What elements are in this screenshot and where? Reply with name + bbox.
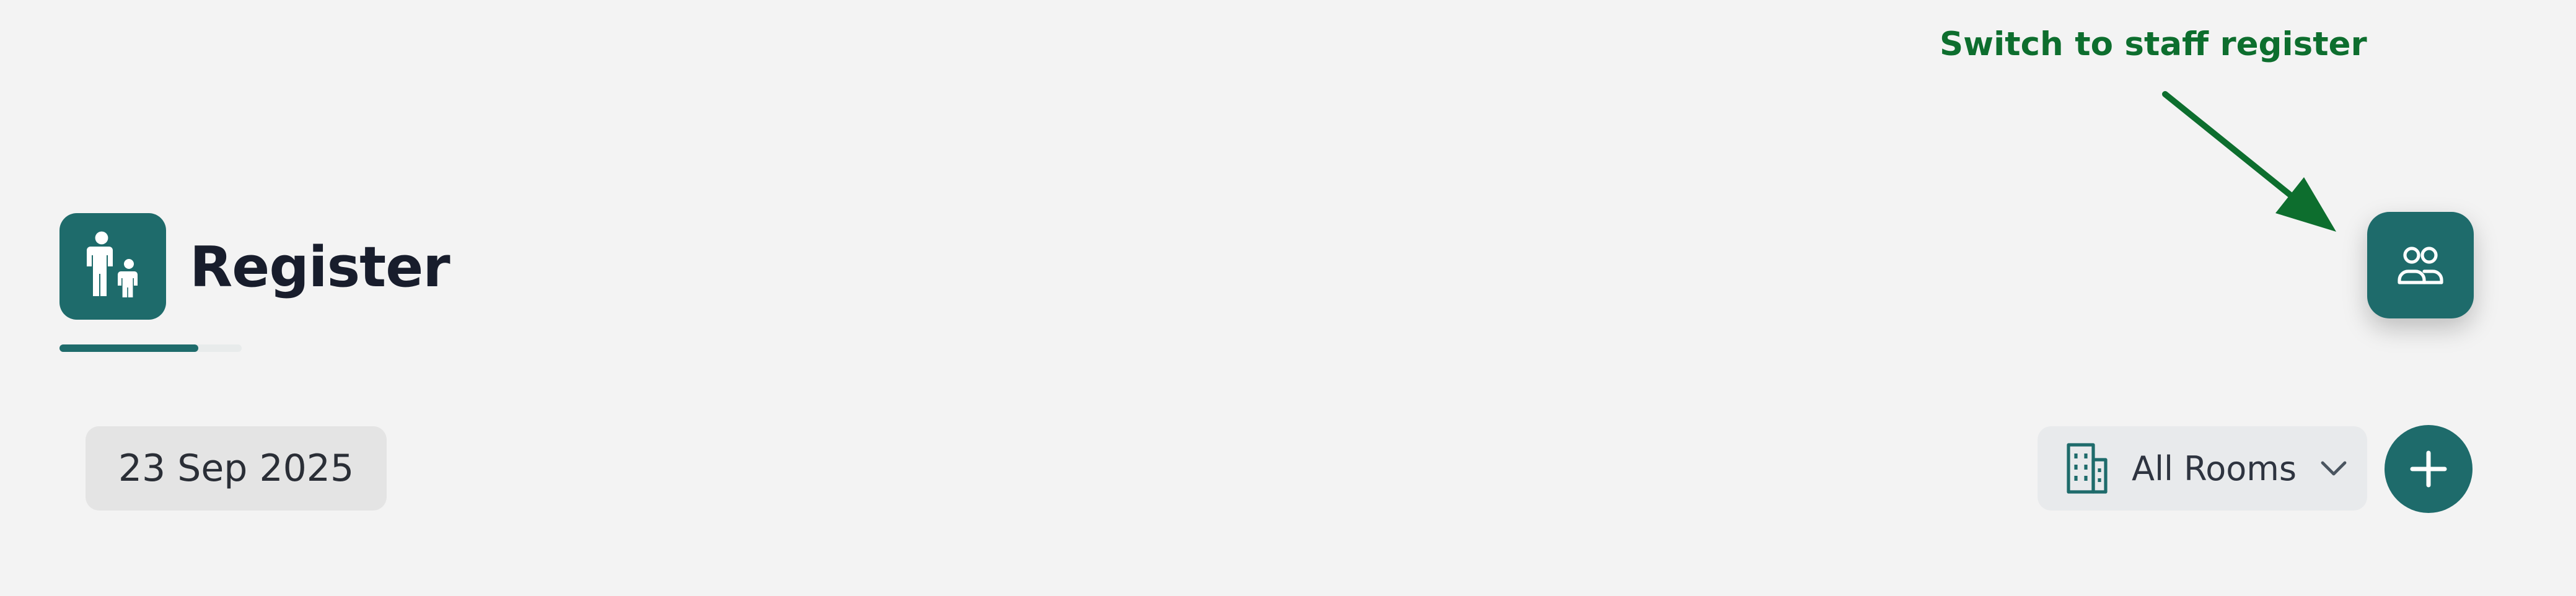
building-icon [2065, 442, 2109, 494]
chevron-down-icon [2320, 459, 2347, 478]
staff-group-icon [2398, 247, 2443, 284]
adult-child-icon [87, 231, 138, 297]
switch-to-staff-register-button[interactable] [2367, 212, 2474, 318]
date-value: 23 Sep 2025 [118, 447, 354, 490]
add-button[interactable] [2385, 425, 2473, 513]
page-title: Register [190, 235, 451, 300]
date-picker[interactable]: 23 Sep 2025 [86, 426, 387, 511]
register-icon-tile [59, 213, 166, 320]
rooms-dropdown-value: All Rooms [2132, 449, 2297, 488]
annotation-label: Switch to staff register [1940, 25, 2367, 63]
plus-icon [2410, 450, 2447, 488]
annotation-arrow-icon [2162, 91, 2336, 232]
rooms-dropdown[interactable]: All Rooms [2038, 426, 2367, 511]
title-underline-indicator [59, 344, 198, 352]
